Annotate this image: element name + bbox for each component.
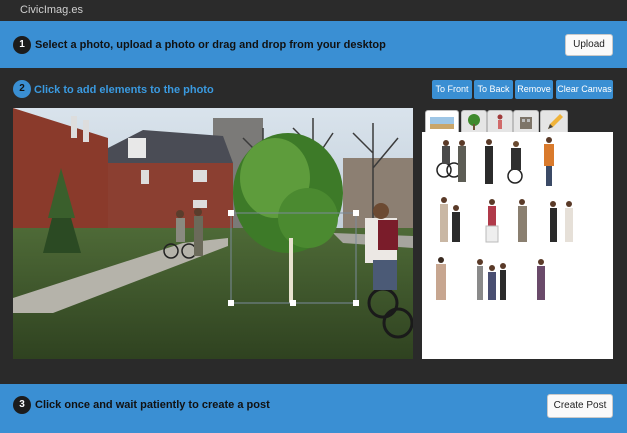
upload-button[interactable]: Upload	[565, 34, 613, 56]
tab-objects[interactable]	[513, 110, 539, 134]
tab-draw[interactable]	[540, 110, 568, 134]
scene-photo	[13, 108, 413, 359]
step1-text: Select a photo, upload a photo or drag a…	[35, 39, 386, 51]
tab-trees[interactable]	[461, 110, 487, 134]
step1-bar: 1 Select a photo, upload a photo or drag…	[0, 21, 627, 68]
tab-people[interactable]	[487, 110, 513, 134]
photo-canvas[interactable]	[13, 108, 413, 359]
step3-number: 3	[13, 396, 31, 414]
app-title: CivicImag.es	[0, 0, 627, 21]
person-cutout	[436, 140, 462, 178]
tree-icon	[468, 114, 480, 130]
building-icon	[520, 117, 532, 129]
photo-icon	[430, 117, 454, 129]
clear-canvas-button[interactable]: Clear Canvas	[556, 80, 613, 99]
to-front-button[interactable]: To Front	[432, 80, 472, 99]
remove-button[interactable]: Remove	[515, 80, 553, 99]
element-library	[422, 132, 613, 359]
step3-text: Click once and wait patiently to create …	[35, 399, 270, 411]
person-icon	[497, 114, 503, 129]
step2-number: 2	[13, 80, 31, 98]
pencil-icon	[548, 114, 563, 129]
people-grid	[436, 137, 573, 300]
to-back-button[interactable]: To Back	[474, 80, 513, 99]
step3-bar: 3 Click once and wait patiently to creat…	[0, 384, 627, 433]
create-post-button[interactable]: Create Post	[547, 394, 613, 418]
step2-text: Click to add elements to the photo	[34, 84, 214, 96]
step1-number: 1	[13, 36, 31, 54]
